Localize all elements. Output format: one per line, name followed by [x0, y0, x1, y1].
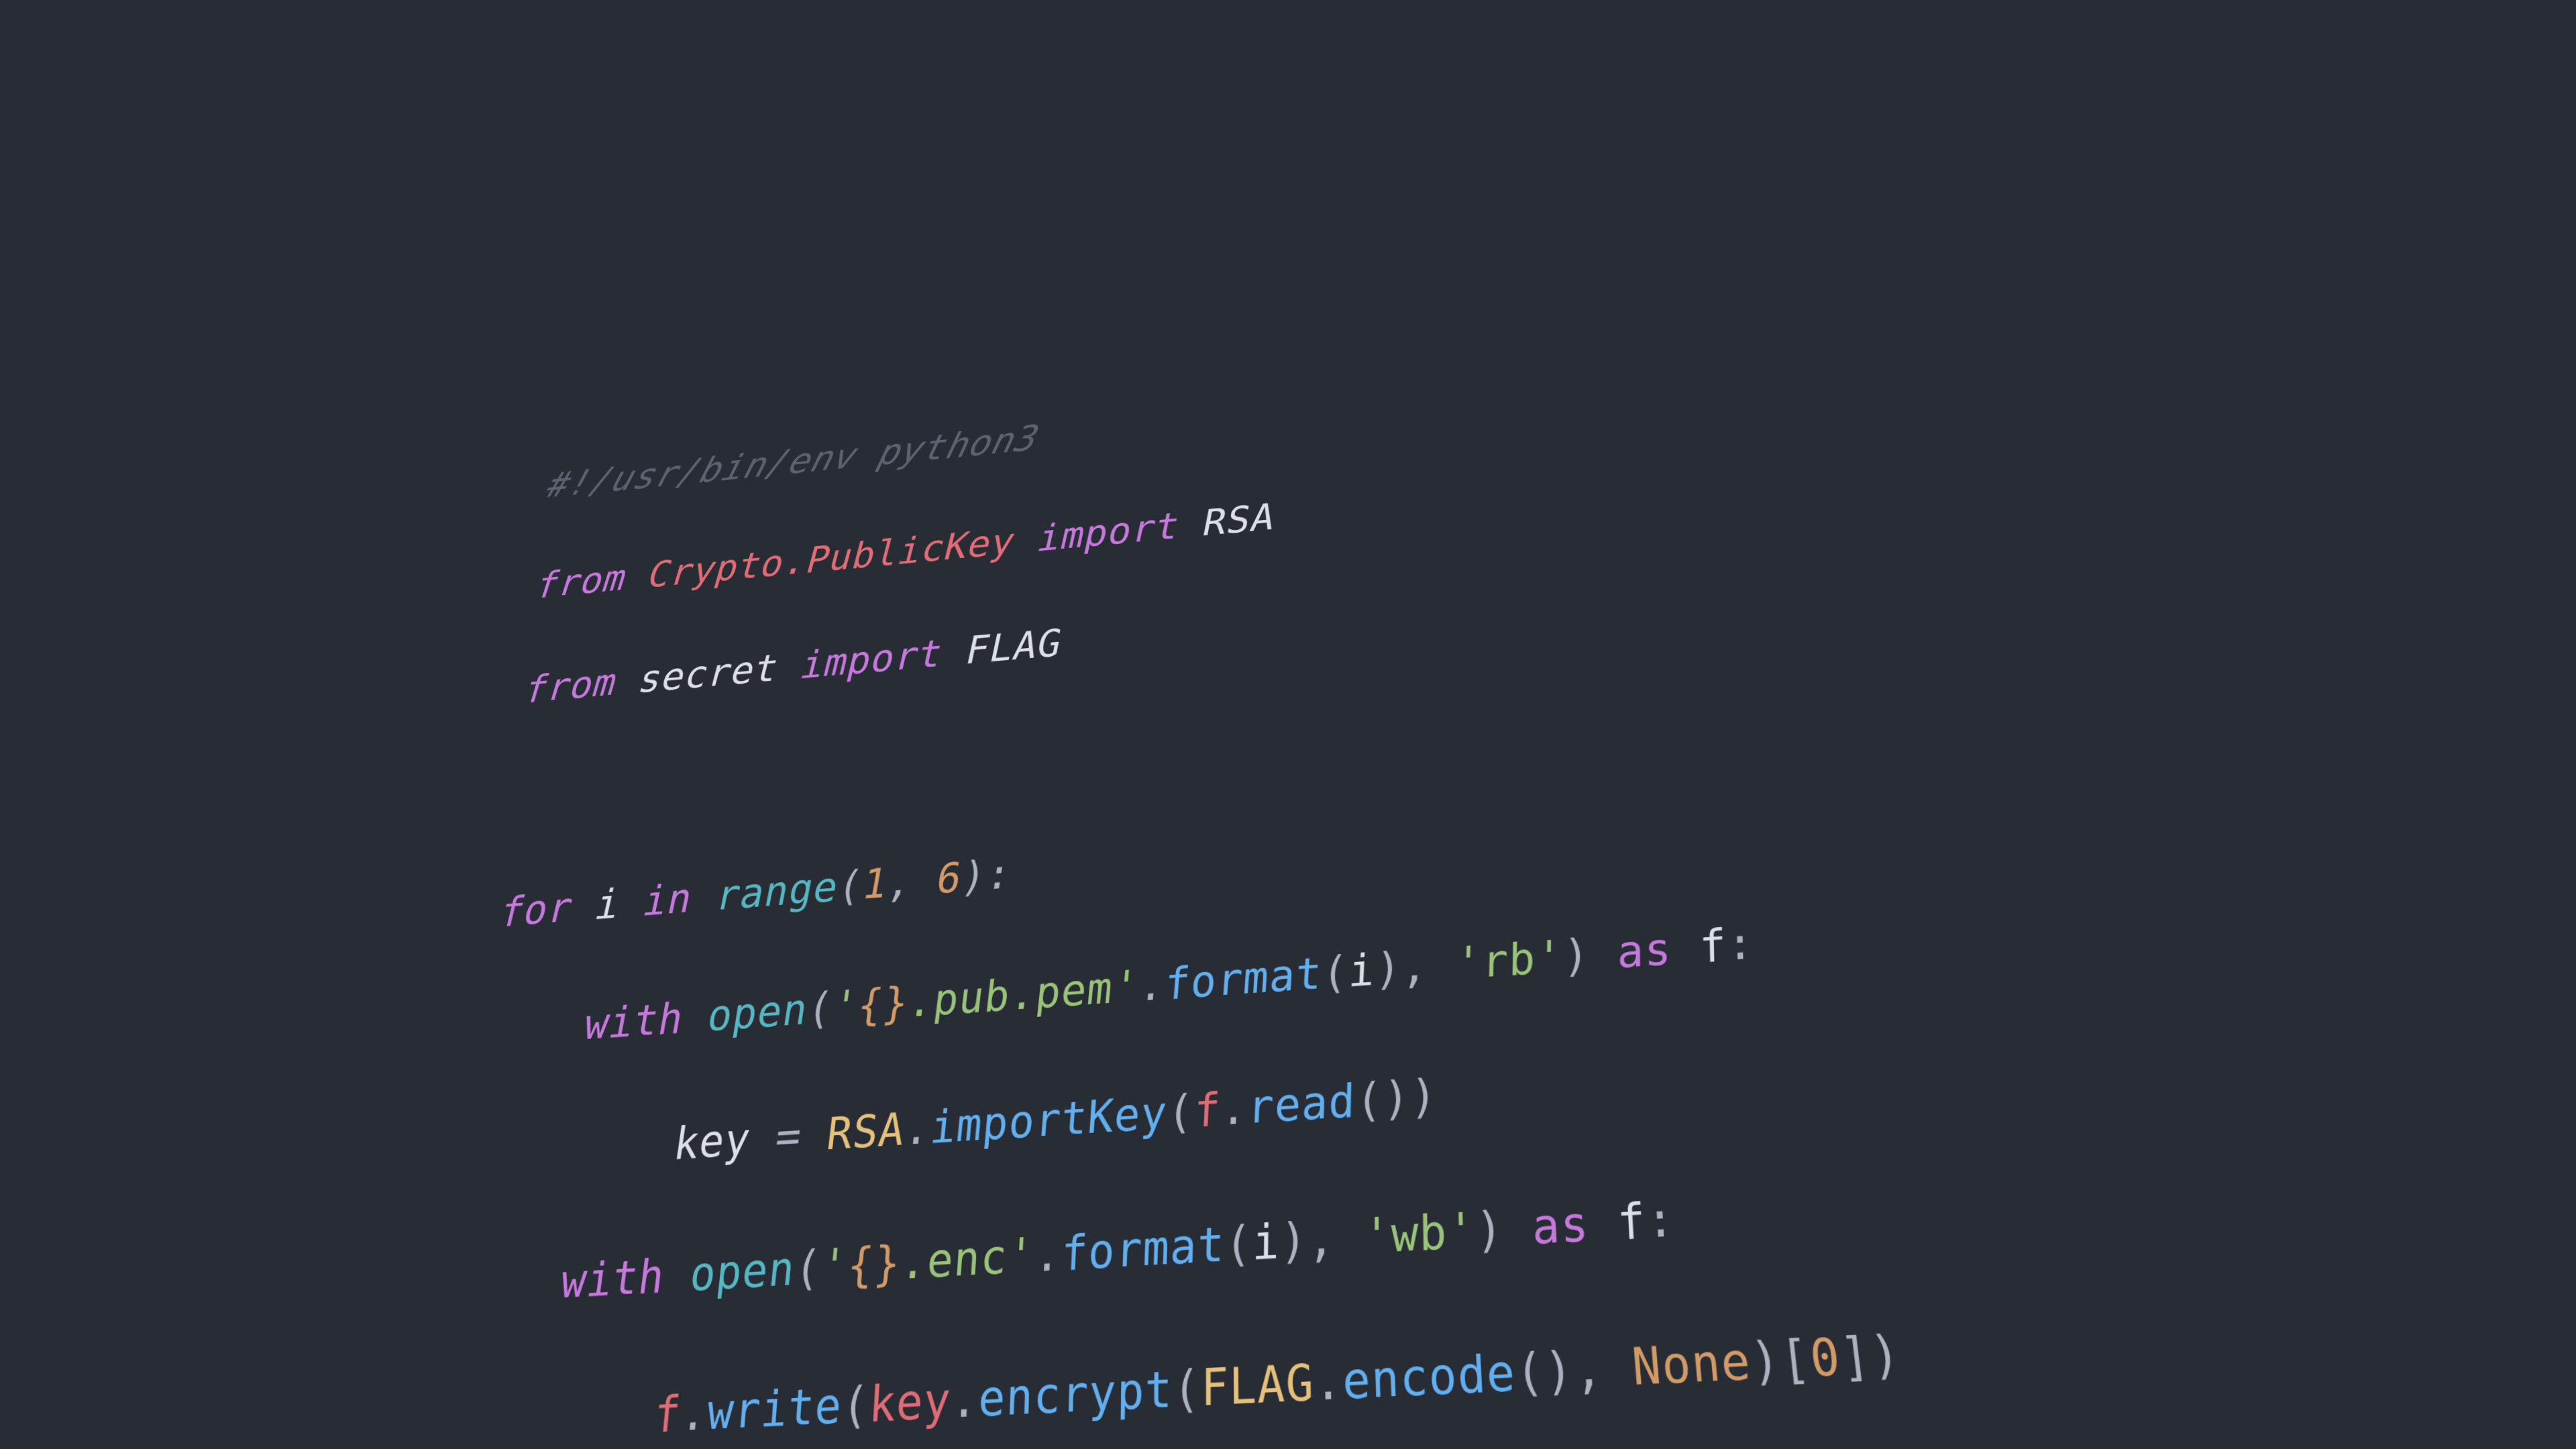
- code-token-kw: from: [530, 556, 633, 607]
- code-token-kw: for: [495, 883, 578, 936]
- code-token-kw: from: [519, 659, 623, 712]
- code-token-kw: as: [1617, 922, 1672, 979]
- code-token-punct: (),: [1513, 1337, 1635, 1403]
- code-token-punct: :: [983, 849, 1016, 900]
- code-token-punct: .: [1220, 1081, 1249, 1136]
- code-token-string: ': [818, 1238, 851, 1295]
- code-token-builtin: range: [711, 863, 843, 920]
- code-token-punct: (: [840, 1375, 871, 1435]
- code-token-punct: .: [902, 1101, 934, 1156]
- code-token-punct: ): [1474, 1200, 1505, 1259]
- code-token-class: FLAG: [1201, 1353, 1315, 1418]
- code-token-kw: import: [796, 631, 948, 688]
- code-token-func: write: [704, 1377, 844, 1442]
- code-token-plain: FLAG: [961, 620, 1067, 674]
- code-token-class: RSA: [824, 1103, 908, 1161]
- code-token-punct: ,: [883, 855, 941, 908]
- code-token-kw: with: [557, 1248, 668, 1309]
- code-token-kw: with: [580, 993, 688, 1050]
- code-token-punct: ()): [1355, 1068, 1438, 1128]
- code-token-punct: ): [1866, 1324, 1904, 1386]
- code-token-plain: f: [1615, 1192, 1648, 1251]
- code-line: f.write(key.encrypt(FLAG.encode(), None)…: [439, 1289, 2483, 1449]
- code-token-plain: key: [670, 1112, 754, 1171]
- code-token-punct: ),: [1279, 1208, 1364, 1270]
- code-token-num: 0: [1807, 1326, 1844, 1389]
- code-token-kw: import: [1033, 504, 1184, 560]
- code-token-const: None: [1629, 1331, 1754, 1397]
- code-line: from Crypto.PublicKey import RSA: [529, 398, 2243, 612]
- code-token-punct: ): [1562, 928, 1591, 983]
- code-token-func: encrypt: [977, 1360, 1173, 1429]
- code-token-punct: :: [1644, 1190, 1677, 1250]
- code-line: with open('{}.enc'.format(i), 'wb') as f…: [454, 1140, 2443, 1322]
- code-token-punct: ),: [1374, 938, 1456, 996]
- code-token-comment: #!/usr/bin/env python3: [541, 417, 1044, 506]
- code-token-punct: .: [1313, 1352, 1344, 1413]
- code-token-punct: :: [1726, 916, 1756, 971]
- code-token-var: key: [867, 1371, 953, 1434]
- code-token-plain: f: [1699, 918, 1727, 973]
- code-token-punct: .: [949, 1370, 980, 1430]
- code-token-plain: i: [1347, 944, 1377, 998]
- code-token-func: importKey: [928, 1085, 1169, 1155]
- code-token-punct: (: [1320, 945, 1350, 1000]
- wallpaper-canvas: #!/usr/bin/env python3 from Crypto.Publi…: [0, 0, 2576, 1449]
- code-token-punct: [: [1777, 1328, 1814, 1391]
- code-token-builtin: open: [687, 1241, 798, 1302]
- code-token-func: read: [1246, 1073, 1356, 1134]
- code-token-brace: {}: [845, 1235, 903, 1294]
- code-token-builtin: open: [704, 984, 812, 1042]
- code-token-string: 'wb': [1362, 1201, 1477, 1265]
- code-token-punct: (: [1173, 1358, 1201, 1419]
- code-perspective-stage: #!/usr/bin/env python3 from Crypto.Publi…: [0, 0, 2576, 1449]
- code-token-string: .pub.pem': [905, 961, 1142, 1028]
- code-token-plain: i: [1252, 1213, 1281, 1271]
- code-token-string: 'rb': [1454, 930, 1563, 990]
- code-token-func: format: [1060, 1216, 1226, 1282]
- code-token-punct: (: [1224, 1215, 1253, 1273]
- code-token-punct: .: [1136, 959, 1167, 1012]
- code-token-punct: (: [1165, 1084, 1195, 1140]
- code-token-kw: in: [639, 873, 698, 926]
- code-token-punct: .: [1032, 1226, 1063, 1283]
- code-token-func: encode: [1342, 1343, 1517, 1411]
- code-token-kw: as: [1531, 1195, 1591, 1256]
- code-token-var: f: [1192, 1082, 1222, 1138]
- code-token-module: Crypto.PublicKey: [642, 519, 1020, 596]
- code-token-plain: secret: [633, 645, 784, 702]
- code-token-plain: RSA: [1199, 494, 1279, 545]
- code-token-func: format: [1163, 947, 1324, 1010]
- code-token-string: .enc': [898, 1227, 1036, 1291]
- code-token-brace: {}: [854, 977, 912, 1031]
- python-code-block: #!/usr/bin/env python3 from Crypto.Publi…: [432, 295, 2505, 1449]
